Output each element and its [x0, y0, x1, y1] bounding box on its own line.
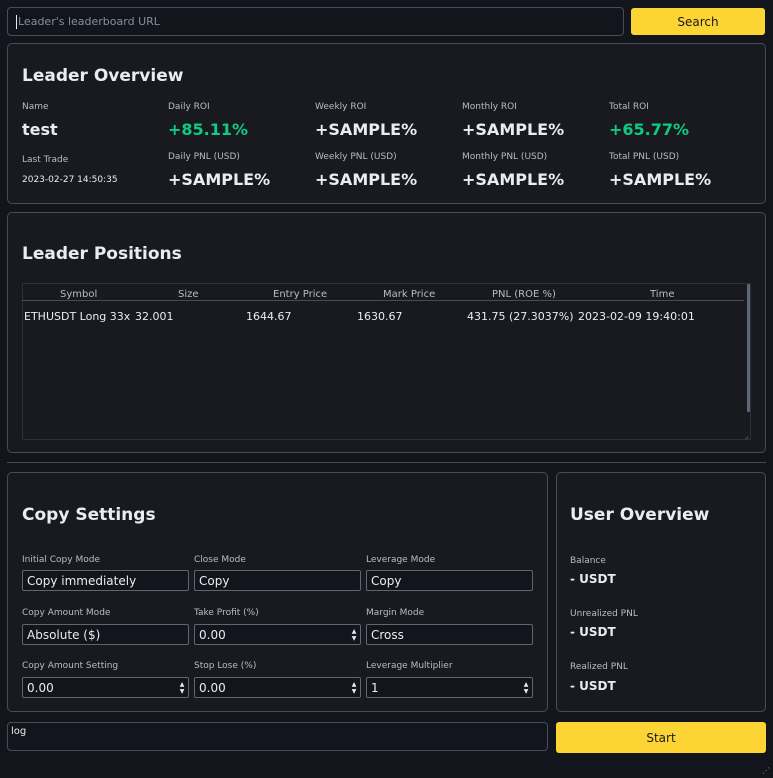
text-caret — [16, 15, 17, 29]
col-header-size[interactable]: Size — [178, 289, 199, 300]
weekly-pnl-value: +SAMPLE% — [315, 170, 418, 189]
copy-amount-mode-label: Copy Amount Mode — [22, 608, 111, 618]
weekly-roi-value: +SAMPLE% — [315, 120, 418, 139]
spin-arrows-icon[interactable]: ▲ ▼ — [179, 681, 185, 695]
initial-copy-mode-label: Initial Copy Mode — [22, 555, 100, 565]
col-header-symbol[interactable]: Symbol — [60, 289, 97, 300]
col-header-time[interactable]: Time — [650, 289, 674, 300]
leaderboard-url-placeholder: Leader's leaderboard URL — [18, 15, 160, 28]
name-label: Name — [22, 102, 49, 112]
log-output[interactable]: log — [7, 722, 548, 751]
close-mode-value: Copy — [199, 574, 230, 588]
margin-mode-label: Margin Mode — [366, 608, 425, 618]
last-trade-value: 2023-02-27 14:50:35 — [22, 175, 118, 185]
stop-lose-stepper[interactable]: 0.00 ▲ ▼ — [194, 677, 361, 698]
leverage-mode-label: Leverage Mode — [366, 555, 436, 565]
monthly-roi-label: Monthly ROI — [462, 102, 517, 112]
leaderboard-url-input[interactable]: Leader's leaderboard URL — [7, 7, 624, 36]
monthly-roi-value: +SAMPLE% — [462, 120, 565, 139]
balance-label: Balance — [570, 556, 606, 566]
margin-mode-value: Cross — [371, 628, 404, 642]
user-overview-title: User Overview — [570, 505, 710, 525]
initial-copy-mode-field[interactable]: Copy immediately — [22, 570, 189, 591]
last-trade-label: Last Trade — [22, 155, 69, 165]
leader-overview-title: Leader Overview — [22, 66, 184, 86]
initial-copy-mode-value: Copy immediately — [27, 574, 137, 588]
resize-grip-icon: ⌟ — [745, 432, 749, 440]
realized-pnl-label: Realized PNL — [570, 662, 628, 672]
total-pnl-value: +SAMPLE% — [609, 170, 712, 189]
copy-amount-mode-field[interactable]: Absolute ($) — [22, 624, 189, 645]
balance-value: - USDT — [570, 572, 616, 586]
position-entry-price-cell[interactable]: 1644.67 — [246, 310, 292, 323]
monthly-pnl-value: +SAMPLE% — [462, 170, 565, 189]
weekly-roi-label: Weekly ROI — [315, 102, 367, 112]
copy-amount-mode-value: Absolute ($) — [27, 628, 101, 642]
realized-pnl-value: - USDT — [570, 679, 616, 693]
positions-scrollbar[interactable] — [747, 284, 750, 412]
position-mark-price-cell[interactable]: 1630.67 — [357, 310, 403, 323]
start-button[interactable]: Start — [556, 722, 766, 753]
section-divider — [7, 462, 766, 463]
unrealized-pnl-value: - USDT — [570, 625, 616, 639]
leverage-mode-field[interactable]: Copy — [366, 570, 533, 591]
close-mode-label: Close Mode — [194, 555, 246, 565]
daily-roi-value: +85.11% — [168, 120, 249, 139]
take-profit-value: 0.00 — [199, 628, 226, 642]
unrealized-pnl-label: Unrealized PNL — [570, 609, 638, 619]
stop-lose-value: 0.00 — [199, 681, 226, 695]
take-profit-label: Take Profit (%) — [194, 608, 259, 618]
leader-positions-title: Leader Positions — [22, 244, 182, 264]
leverage-multiplier-label: Leverage Multiplier — [366, 661, 453, 671]
copy-amount-setting-label: Copy Amount Setting — [22, 661, 119, 671]
log-text: log — [11, 726, 27, 737]
stop-lose-label: Stop Lose (%) — [194, 661, 257, 671]
spin-arrows-icon[interactable]: ▲ ▼ — [351, 681, 357, 695]
daily-pnl-label: Daily PNL (USD) — [168, 152, 240, 162]
spin-arrows-icon[interactable]: ▲ ▼ — [523, 681, 529, 695]
col-header-mark-price[interactable]: Mark Price — [383, 289, 435, 300]
leverage-mode-value: Copy — [371, 574, 402, 588]
copy-settings-title: Copy Settings — [22, 505, 156, 525]
take-profit-stepper[interactable]: 0.00 ▲ ▼ — [194, 624, 361, 645]
position-size-cell[interactable]: 32.001 — [135, 310, 174, 323]
copy-amount-setting-value: 0.00 — [27, 681, 54, 695]
total-pnl-label: Total PNL (USD) — [609, 152, 680, 162]
close-mode-field[interactable]: Copy — [194, 570, 361, 591]
copy-amount-setting-stepper[interactable]: 0.00 ▲ ▼ — [22, 677, 189, 698]
col-header-pnl[interactable]: PNL (ROE %) — [492, 289, 556, 300]
leverage-multiplier-stepper[interactable]: 1 ▲ ▼ — [366, 677, 533, 698]
total-roi-value: +65.77% — [609, 120, 690, 139]
position-pnl-cell[interactable]: 431.75 (27.3037%) — [467, 310, 574, 323]
search-button[interactable]: Search — [631, 8, 765, 35]
position-time-cell[interactable]: 2023-02-09 19:40:01 — [578, 310, 695, 323]
weekly-pnl-label: Weekly PNL (USD) — [315, 152, 397, 162]
spin-arrows-icon[interactable]: ▲ ▼ — [351, 628, 357, 642]
name-value: test — [22, 120, 58, 139]
margin-mode-field[interactable]: Cross — [366, 624, 533, 645]
window-resize-grip-icon[interactable]: ⋰ — [762, 766, 770, 775]
leverage-multiplier-value: 1 — [371, 681, 379, 695]
total-roi-label: Total ROI — [609, 102, 649, 112]
daily-roi-label: Daily ROI — [168, 102, 210, 112]
positions-table[interactable] — [22, 283, 751, 440]
position-symbol-cell[interactable]: ETHUSDT Long 33x — [24, 310, 130, 323]
positions-table-header-divider — [22, 300, 744, 301]
monthly-pnl-label: Monthly PNL (USD) — [462, 152, 548, 162]
col-header-entry-price[interactable]: Entry Price — [273, 289, 327, 300]
daily-pnl-value: +SAMPLE% — [168, 170, 271, 189]
